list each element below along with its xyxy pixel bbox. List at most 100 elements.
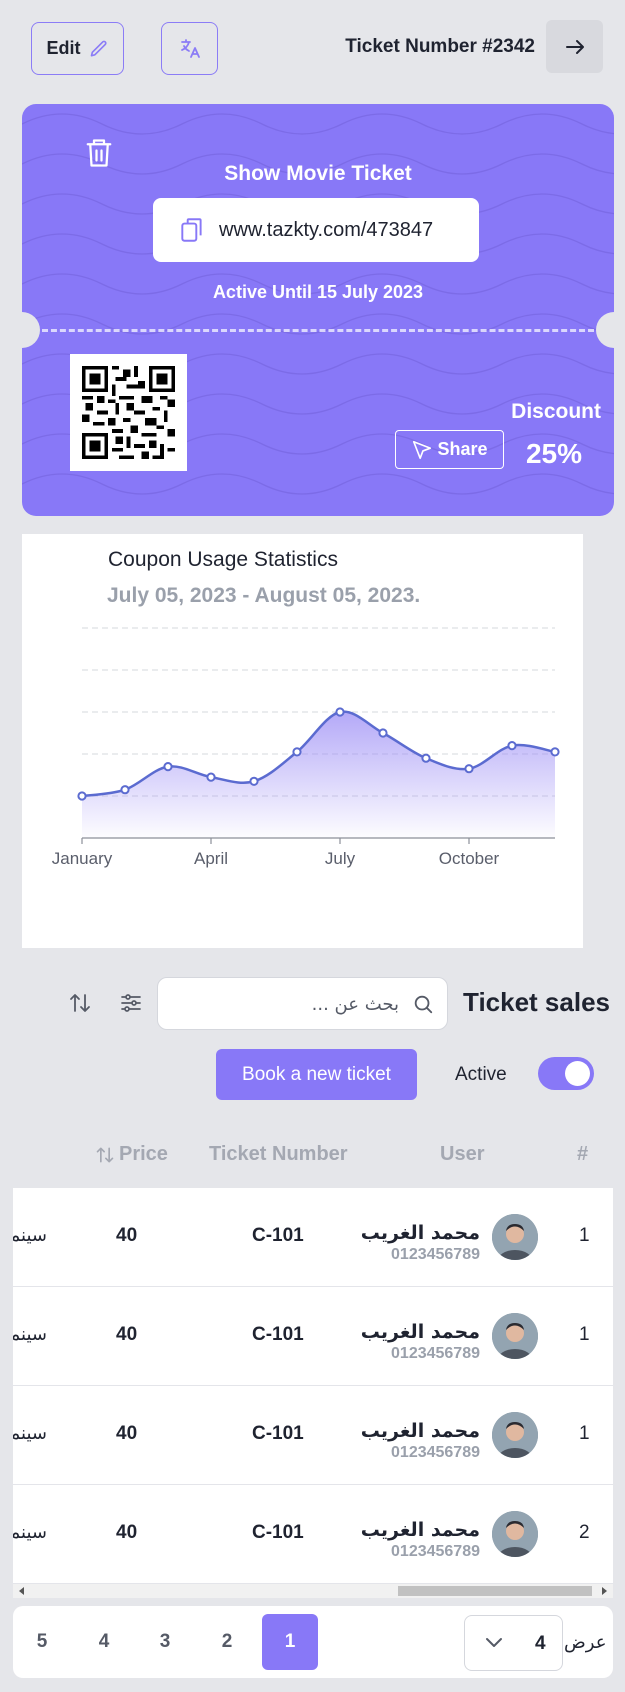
discount-label: Discount [511,400,601,423]
chart-x-tick-label: April [194,849,228,868]
user-name: محمد الغريب [360,1420,480,1442]
page-1-button[interactable]: 1 [262,1614,318,1670]
search-box [157,977,448,1030]
user-name: محمد الغريب [360,1321,480,1343]
ticket-price: 40 [116,1324,138,1345]
per-page-value: 4 [535,1633,546,1654]
ticket-price: 40 [116,1522,138,1543]
chart-point [292,747,302,757]
send-icon [413,440,432,459]
ticket-number-title: Ticket Number #2342 [345,36,535,57]
cinema-cell: سينما [13,1423,47,1444]
chart-x-tick-label: January [52,849,113,868]
toggle-knob [565,1061,590,1086]
scroll-right-arrow[interactable] [602,1587,607,1595]
top-bar: Edit Ticket Number #2342 [0,0,625,96]
share-button[interactable]: Share [395,430,504,469]
table-row[interactable]: 1 محمد الغريب 0123456789 C-101 40 سينما [13,1386,613,1485]
row-number: 1 [579,1324,590,1345]
user-phone: 0123456789 [391,1444,480,1461]
cinema-cell: سينما [13,1324,47,1345]
user-phone: 0123456789 [391,1543,480,1560]
chart-point [163,762,173,772]
column-header-price[interactable]: Price [95,1143,168,1166]
table-row[interactable]: 1 محمد الغريب 0123456789 C-101 40 سينما [13,1188,613,1287]
row-number: 1 [579,1225,590,1246]
discount-value: 25% [525,438,582,469]
chart-point [206,772,216,782]
chart-point [335,707,345,717]
book-new-ticket-button[interactable]: Book a new ticket [216,1049,417,1100]
cinema-cell: سينما [13,1225,47,1246]
share-label: Share [437,439,488,459]
page-3-button[interactable]: 3 [137,1614,193,1670]
scroll-left-arrow[interactable] [19,1587,24,1595]
chart-x-tick-label: October [439,849,500,868]
chart-point [550,747,560,757]
table-horizontal-scrollbar[interactable] [13,1584,613,1598]
ticket-price: 40 [116,1423,138,1444]
edit-button[interactable]: Edit [31,22,124,75]
user-phone: 0123456789 [391,1246,480,1263]
coupon-usage-chart: Coupon Usage Statistics July 05, 2023 - … [22,534,583,948]
translate-button[interactable] [161,22,218,75]
active-toggle[interactable] [538,1057,594,1090]
ticket-number: C-101 [252,1522,304,1543]
scrollbar-thumb[interactable] [398,1586,592,1596]
user-name: محمد الغريب [360,1222,480,1244]
chart-plot: January April July October [52,627,560,868]
edit-label: Edit [46,38,81,58]
ticket-number: C-101 [252,1324,304,1345]
translate-icon [180,38,200,58]
back-button[interactable] [546,20,603,73]
search-icon [414,995,433,1014]
ticket-divider [42,329,594,332]
chevron-down-icon [486,1638,502,1647]
chart-point [120,785,130,795]
row-number: 2 [579,1522,590,1543]
chart-x-tick-label: July [325,849,356,868]
chart-point [464,764,474,774]
column-header-user: User [440,1143,485,1165]
cinema-cell: سينما [13,1522,47,1543]
search-input[interactable] [172,991,399,1017]
sort-icon [96,1147,114,1162]
ticket-url-box[interactable]: www.tazkty.com/473847 [153,198,479,262]
pagination: 5 4 3 2 1 4 عرض [13,1606,613,1678]
chart-point [249,776,259,786]
active-until: Active Until 15 July 2023 [212,282,424,302]
row-number: 1 [579,1423,590,1444]
page-5-button[interactable]: 5 [14,1614,70,1670]
price-header-label: Price [119,1143,168,1165]
chart-point [421,753,431,763]
column-header-number: # [577,1143,589,1165]
ticket-card: Show Movie Ticket www.tazkty.com/473847 … [22,104,614,516]
show-ticket-title: Show Movie Ticket [224,162,412,185]
ticket-sales-table: 1 محمد الغريب 0123456789 C-101 40 سينما … [13,1188,613,1584]
chart-point [378,728,388,738]
avatar [492,1511,538,1557]
ticket-url: www.tazkty.com/473847 [219,218,434,241]
ticket-sales-title: Ticket sales [463,987,610,1017]
user-name: محمد الغريب [360,1519,480,1541]
ticket-number: C-101 [252,1423,304,1444]
sort-icon[interactable] [68,991,92,1015]
filter-icon[interactable] [119,991,143,1015]
qr-code [70,354,187,471]
avatar [492,1412,538,1458]
pencil-icon [90,40,107,57]
copy-icon[interactable] [179,216,205,244]
table-row[interactable]: 1 محمد الغريب 0123456789 C-101 40 سينما [13,1287,613,1386]
column-header-ticket-number: Ticket Number [209,1143,348,1165]
avatar [492,1313,538,1359]
page-2-button[interactable]: 2 [199,1614,255,1670]
arrow-right-icon [565,39,584,54]
table-row[interactable]: 2 محمد الغريب 0123456789 C-101 40 سينما [13,1485,613,1584]
active-label: Active [455,1064,507,1085]
chart-point [77,791,87,801]
page-4-button[interactable]: 4 [76,1614,132,1670]
ticket-number: C-101 [252,1225,304,1246]
avatar [492,1214,538,1260]
ticket-price: 40 [116,1225,138,1246]
per-page-select[interactable]: 4 [464,1615,563,1671]
